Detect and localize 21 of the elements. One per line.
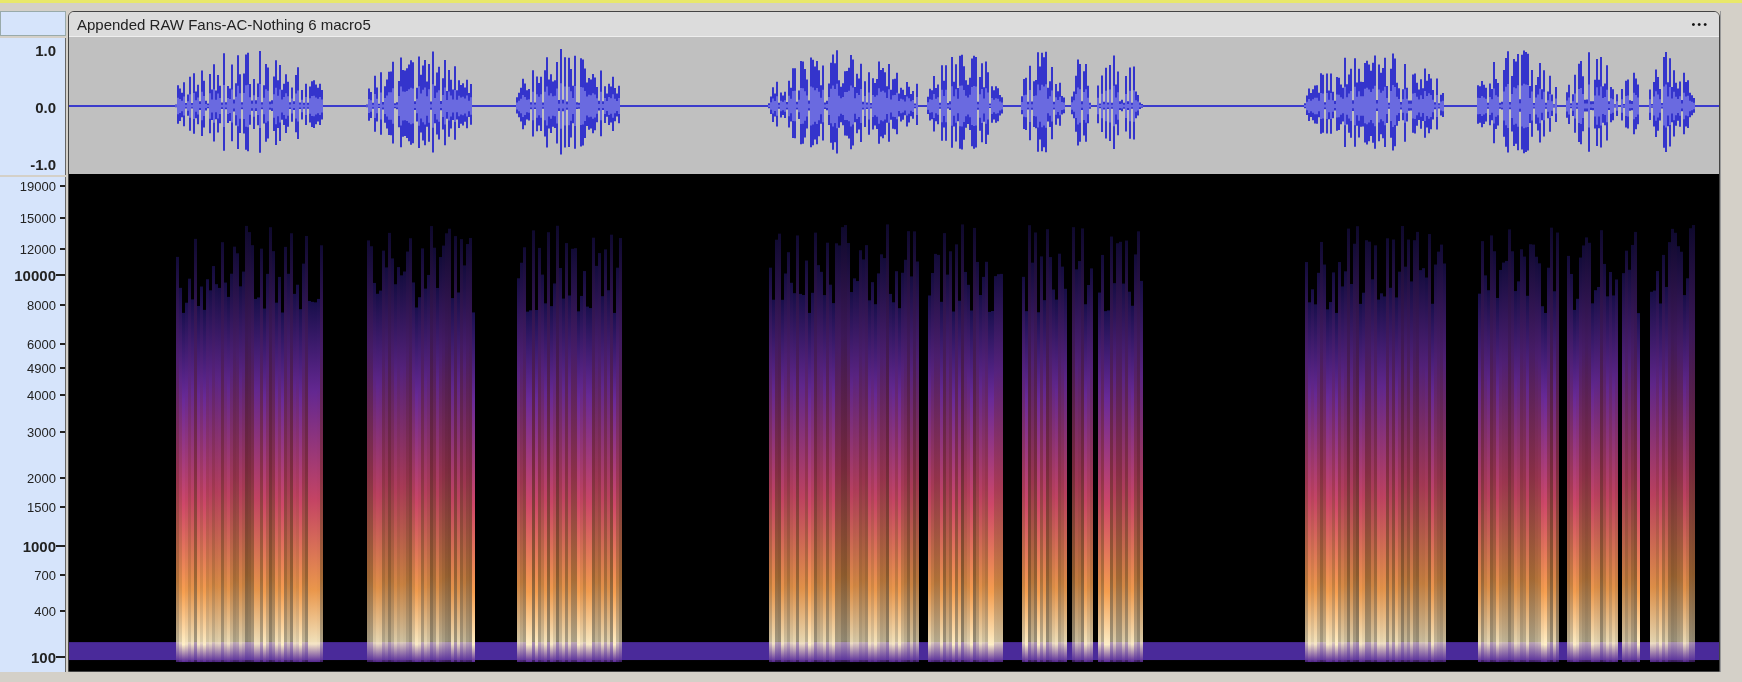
frequency-label: 19000 bbox=[19, 179, 56, 193]
frequency-label: 8000 bbox=[27, 298, 56, 312]
amplitude-label: 1.0 bbox=[35, 42, 56, 58]
frequency-label: 15000 bbox=[19, 211, 56, 225]
frequency-label: 3000 bbox=[27, 425, 56, 439]
frequency-label: 4000 bbox=[27, 388, 56, 402]
frequency-label: 10000 bbox=[14, 267, 56, 283]
frequency-label: 6000 bbox=[27, 337, 56, 351]
frequency-label: 2000 bbox=[27, 471, 56, 485]
axis-header bbox=[0, 11, 66, 36]
frequency-label: 1500 bbox=[27, 500, 56, 514]
amplitude-label: -1.0 bbox=[30, 156, 56, 172]
frequency-label: 1000 bbox=[22, 538, 56, 554]
frequency-label: 100 bbox=[30, 649, 56, 665]
amplitude-label: 0.0 bbox=[35, 99, 56, 115]
frequency-label: 4900 bbox=[27, 361, 56, 375]
frequency-label: 12000 bbox=[19, 242, 56, 256]
frequency-label: 400 bbox=[34, 604, 56, 618]
frequency-label: 700 bbox=[34, 568, 56, 582]
track-name[interactable]: Appended RAW Fans-AC-Nothing 6 macro5 bbox=[77, 15, 371, 33]
track-menu-button[interactable]: ••• bbox=[1691, 18, 1709, 30]
